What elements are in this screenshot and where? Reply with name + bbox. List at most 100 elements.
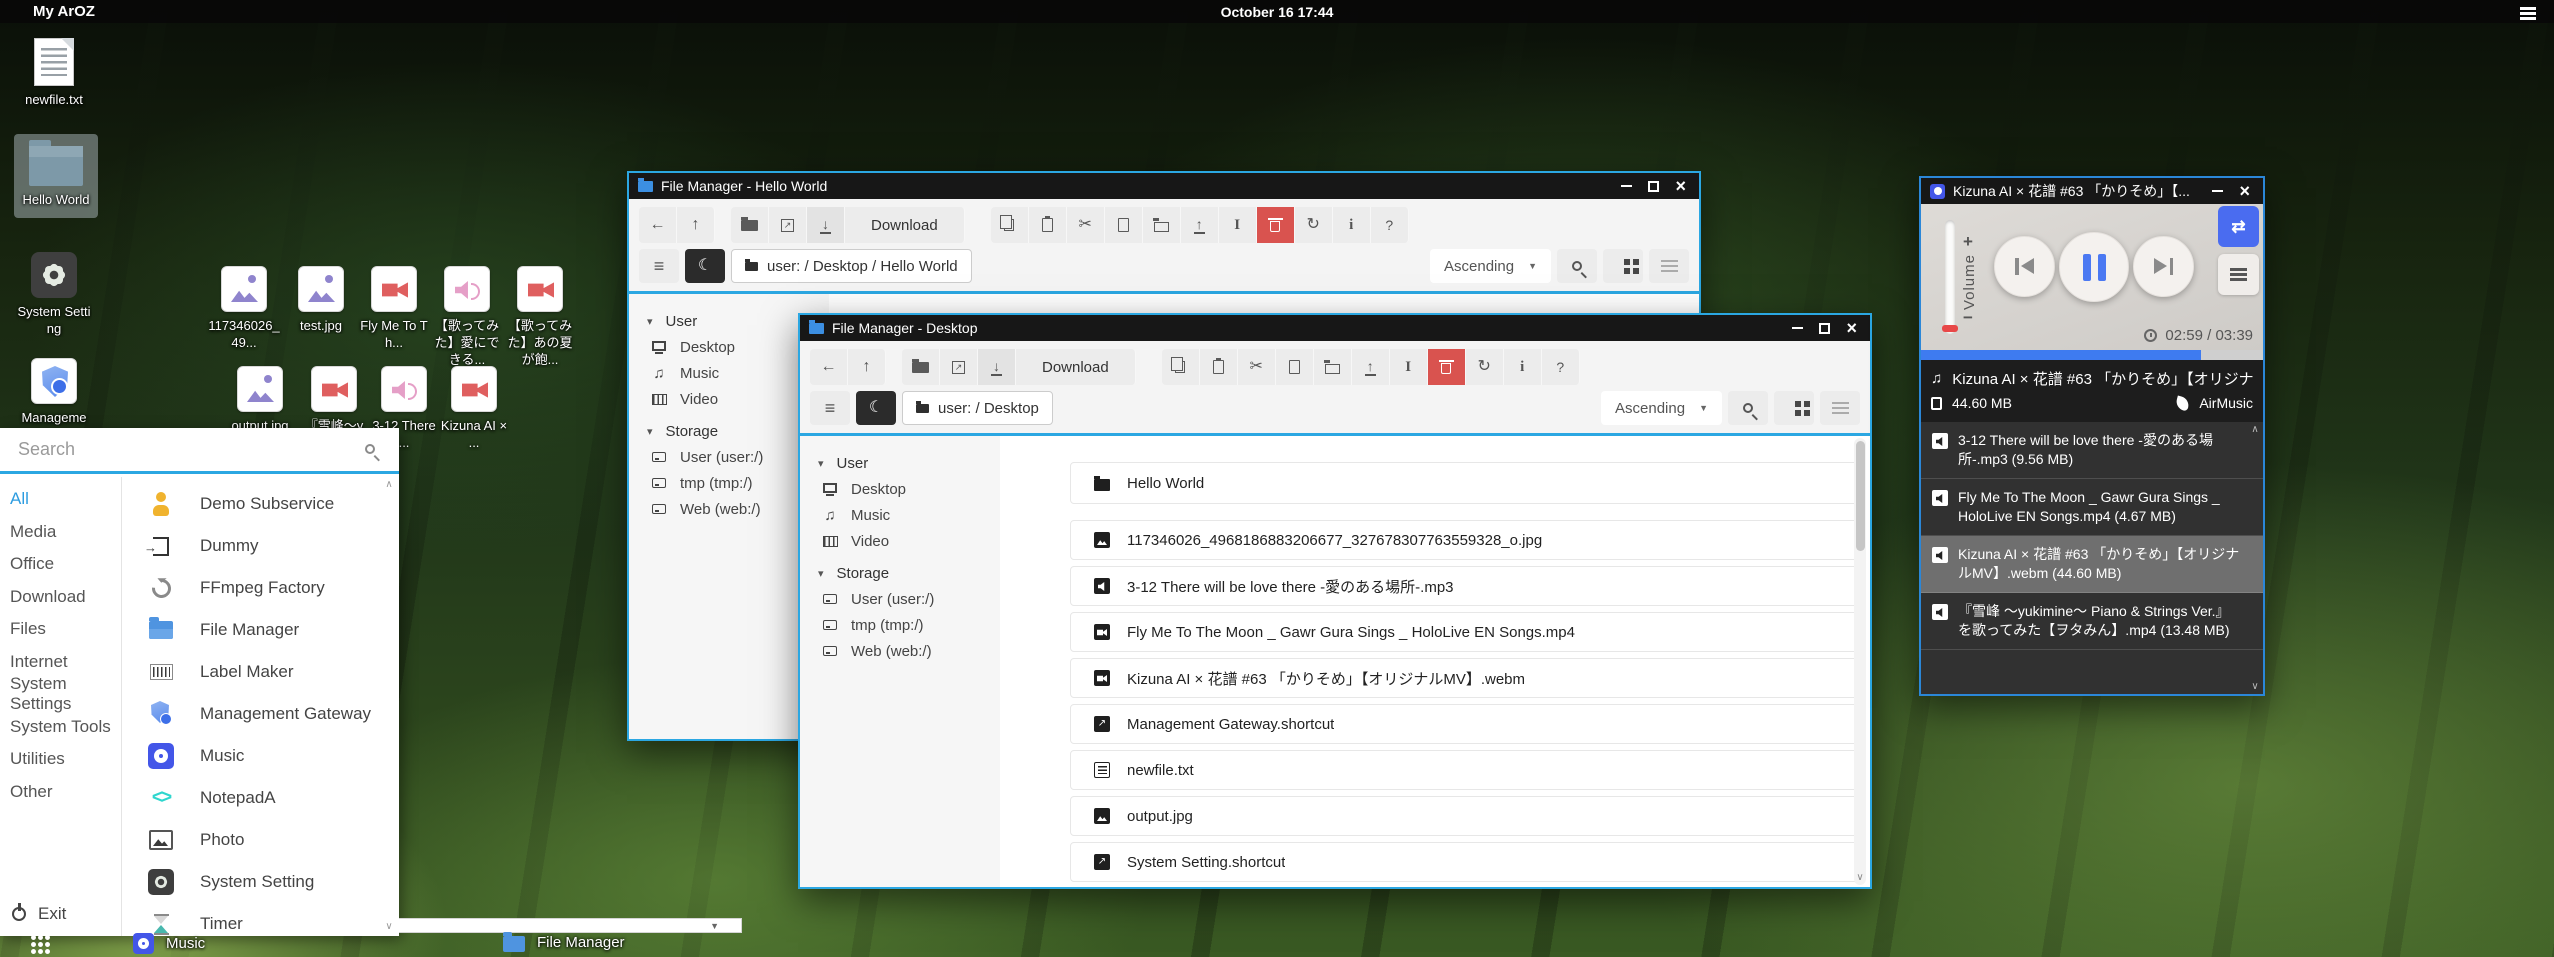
- playlist-item[interactable]: 3-12 There will be love there -愛のある場所-.m…: [1921, 422, 2263, 479]
- close-icon[interactable]: ×: [2239, 182, 2250, 200]
- menu-button[interactable]: ≡: [639, 249, 679, 283]
- desktop-icon-hello-world[interactable]: Hello World: [14, 134, 98, 218]
- playlist-item[interactable]: Kizuna AI × 花譜 #63 「かりそめ」【オリジナルMV】.webm …: [1921, 536, 2263, 593]
- volume-slider[interactable]: [1945, 220, 1955, 334]
- category-files[interactable]: Files: [0, 613, 121, 646]
- desktop-icon-file[interactable]: Kizuna AI × ...: [436, 366, 512, 451]
- progress-bar[interactable]: [1921, 350, 2263, 360]
- minimize-icon[interactable]: [1792, 327, 1803, 330]
- file-row[interactable]: output.jpg: [1070, 796, 1860, 836]
- sort-dropdown[interactable]: Ascending ▼: [1601, 391, 1722, 425]
- desktop-icon-file[interactable]: 【歌ってみた】あの夏が飽...: [502, 266, 578, 368]
- close-icon[interactable]: ×: [1846, 319, 1857, 337]
- breadcrumb[interactable]: user: / Desktop: [902, 391, 1053, 425]
- info-button[interactable]: i: [1504, 349, 1542, 385]
- title-bar[interactable]: File Manager - Desktop ×: [800, 315, 1870, 341]
- refresh-button[interactable]: ↻: [1466, 349, 1504, 385]
- new-file-button[interactable]: [1105, 207, 1143, 243]
- sidebar-item-tmp-drive[interactable]: tmp (tmp:/): [800, 612, 1000, 638]
- sidebar-item-music[interactable]: ♫Music: [800, 502, 1000, 528]
- app-item-label-maker[interactable]: Label Maker: [122, 651, 399, 693]
- upload-button[interactable]: ↑: [1181, 207, 1219, 243]
- app-item-photo[interactable]: Photo: [122, 819, 399, 861]
- menu-button[interactable]: ≡: [810, 391, 850, 425]
- new-folder-button[interactable]: [1143, 207, 1181, 243]
- minimize-icon[interactable]: [2212, 190, 2223, 193]
- category-all[interactable]: All: [0, 483, 121, 516]
- category-media[interactable]: Media: [0, 516, 121, 549]
- next-button[interactable]: [2133, 236, 2194, 297]
- breadcrumb[interactable]: user: / Desktop / Hello World: [731, 249, 972, 283]
- file-row[interactable]: newfile.txt: [1070, 750, 1860, 790]
- open-button[interactable]: [731, 207, 769, 243]
- delete-button[interactable]: [1257, 207, 1295, 243]
- category-system-tools[interactable]: System Tools: [0, 711, 121, 744]
- app-item-music[interactable]: Music: [122, 735, 399, 777]
- app-item-system-setting[interactable]: System Setting: [122, 861, 399, 903]
- scroll-up-icon[interactable]: ∧: [383, 479, 395, 490]
- cut-button[interactable]: ✂: [1067, 207, 1105, 243]
- playlist-toggle-button[interactable]: [2218, 254, 2259, 295]
- minimize-icon[interactable]: [1621, 185, 1632, 188]
- paste-button[interactable]: [1200, 349, 1238, 385]
- volume-handle[interactable]: [1942, 325, 1958, 332]
- new-folder-button[interactable]: [1314, 349, 1352, 385]
- list-view-button[interactable]: [1820, 391, 1860, 425]
- pause-button[interactable]: [2059, 232, 2129, 302]
- help-button[interactable]: ?: [1371, 207, 1409, 243]
- search-input[interactable]: [0, 428, 399, 471]
- sidebar-section-user[interactable]: ▾User: [800, 450, 1000, 476]
- theme-toggle-button[interactable]: ☾: [856, 391, 896, 425]
- rename-button[interactable]: I: [1390, 349, 1428, 385]
- app-item-management-gateway[interactable]: Management Gateway: [122, 693, 399, 735]
- sidebar-item-user-drive[interactable]: User (user:/): [800, 586, 1000, 612]
- file-row[interactable]: Kizuna AI × 花譜 #63 「かりそめ」【オリジナルMV】.webm: [1070, 658, 1860, 698]
- theme-toggle-button[interactable]: ☾: [685, 249, 725, 283]
- copy-button[interactable]: [1162, 349, 1200, 385]
- title-bar[interactable]: File Manager - Hello World ×: [629, 173, 1699, 199]
- rename-button[interactable]: I: [1219, 207, 1257, 243]
- title-bar[interactable]: Kizuna AI × 花譜 #63 「かりそめ」【... ×: [1921, 178, 2263, 204]
- category-office[interactable]: Office: [0, 548, 121, 581]
- desktop-icon-file[interactable]: 117346026_49...: [206, 266, 282, 351]
- scroll-down-icon[interactable]: ∨: [1854, 872, 1866, 883]
- category-system-settings[interactable]: System Settings: [0, 678, 121, 711]
- category-download[interactable]: Download: [0, 581, 121, 614]
- scrollbar-thumb[interactable]: [1856, 441, 1865, 551]
- previous-button[interactable]: [1994, 236, 2055, 297]
- copy-button[interactable]: [991, 207, 1029, 243]
- desktop-icon-system-setting[interactable]: System Setting: [16, 252, 92, 337]
- file-row[interactable]: ↗Management Gateway.shortcut: [1070, 704, 1860, 744]
- download-button[interactable]: Download: [1016, 349, 1136, 385]
- desktop-icon-file[interactable]: 【歌ってみた】愛にできる...: [429, 266, 505, 368]
- open-in-new-button[interactable]: ↗: [769, 207, 807, 243]
- cut-button[interactable]: ✂: [1238, 349, 1276, 385]
- search-button[interactable]: [1557, 249, 1597, 283]
- scrollbar[interactable]: ∨: [1854, 438, 1866, 885]
- sidebar-item-web-drive[interactable]: Web (web:/): [800, 638, 1000, 664]
- back-button[interactable]: ←: [810, 349, 848, 385]
- desktop-icon-file[interactable]: test.jpg: [283, 266, 359, 334]
- desktop-icon-file[interactable]: output.jpg: [222, 366, 298, 434]
- sidebar-section-storage[interactable]: ▾Storage: [800, 560, 1000, 586]
- file-row[interactable]: ↗System Setting.shortcut: [1070, 842, 1860, 882]
- taskbar-item-music[interactable]: Music: [133, 933, 205, 954]
- upload-button[interactable]: ↑: [1352, 349, 1390, 385]
- desktop-icon-file[interactable]: Fly Me To Th...: [356, 266, 432, 351]
- repeat-button[interactable]: ⇄: [2218, 206, 2259, 247]
- list-view-button[interactable]: [1649, 249, 1689, 283]
- file-row[interactable]: 3-12 There will be love there -愛のある場所-.m…: [1070, 566, 1860, 606]
- category-internet[interactable]: Internet: [0, 646, 121, 679]
- desktop-icon-management-gateway[interactable]: Manageme: [16, 358, 92, 426]
- maximize-icon[interactable]: [1819, 323, 1830, 334]
- sort-dropdown[interactable]: Ascending ▼: [1430, 249, 1551, 283]
- open-in-new-button[interactable]: ↗: [940, 349, 978, 385]
- download-button[interactable]: Download: [845, 207, 965, 243]
- download-icon-button[interactable]: ↓: [978, 349, 1016, 385]
- up-button[interactable]: ↑: [677, 207, 715, 243]
- app-item-demo-subservice[interactable]: Demo Subservice: [122, 483, 399, 525]
- app-item-dummy[interactable]: Dummy: [122, 525, 399, 567]
- maximize-icon[interactable]: [1648, 181, 1659, 192]
- help-button[interactable]: ?: [1542, 349, 1580, 385]
- download-icon-button[interactable]: ↓: [807, 207, 845, 243]
